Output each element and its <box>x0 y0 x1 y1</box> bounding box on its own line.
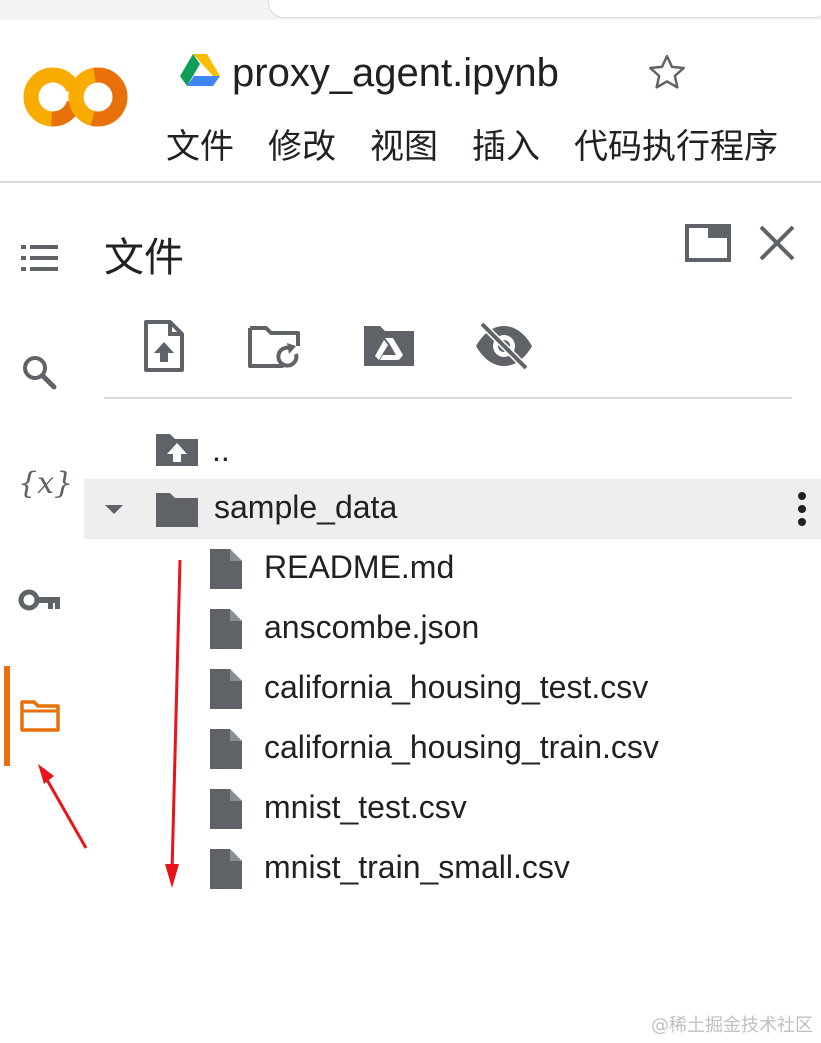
file-icon <box>206 607 246 651</box>
star-icon[interactable] <box>644 50 690 96</box>
menu-bar: 文件 修改 视图 插入 代码执行程序 <box>166 122 812 172</box>
file-row[interactable]: README.md <box>84 539 821 599</box>
menu-runtime[interactable]: 代码执行程序 <box>574 122 778 172</box>
file-row[interactable]: california_housing_train.csv <box>84 719 821 779</box>
folder-icon <box>156 493 198 527</box>
file-label: california_housing_train.csv <box>264 729 659 765</box>
watermark: @稀土掘金技术社区 <box>651 1015 813 1036</box>
google-drive-icon <box>180 54 220 86</box>
folder-row-sample-data[interactable]: sample_data <box>84 479 821 539</box>
search-icon[interactable] <box>18 350 62 394</box>
menu-view[interactable]: 视图 <box>370 122 438 172</box>
header-divider <box>0 181 821 183</box>
variables-icon[interactable]: {x} <box>18 462 73 506</box>
caret-down-icon[interactable] <box>102 499 126 519</box>
annotation-arrow-folder <box>44 777 88 849</box>
folder-label: sample_data <box>214 489 398 525</box>
file-label: README.md <box>264 549 455 585</box>
table-of-contents-icon[interactable] <box>18 236 62 280</box>
folder-icon[interactable] <box>18 694 62 738</box>
close-icon[interactable] <box>756 222 798 264</box>
toolbar-divider <box>104 397 792 399</box>
menu-edit[interactable]: 修改 <box>268 122 336 172</box>
address-bar[interactable] <box>268 0 821 18</box>
file-label: mnist_train_small.csv <box>264 849 570 885</box>
file-icon <box>206 727 246 771</box>
parent-directory-label: .. <box>212 432 230 468</box>
open-in-tab-icon[interactable] <box>684 222 732 266</box>
more-options-icon[interactable] <box>792 489 812 529</box>
menu-insert[interactable]: 插入 <box>472 122 540 172</box>
file-row[interactable]: mnist_train_small.csv <box>84 839 821 899</box>
file-row[interactable]: california_housing_test.csv <box>84 659 821 719</box>
file-icon <box>206 787 246 831</box>
file-row[interactable]: anscombe.json <box>84 599 821 659</box>
upload-file-icon[interactable] <box>140 320 188 374</box>
file-label: california_housing_test.csv <box>264 669 649 705</box>
menu-file[interactable]: 文件 <box>166 122 234 172</box>
key-icon[interactable] <box>18 578 62 622</box>
file-label: anscombe.json <box>264 609 480 645</box>
mount-drive-icon[interactable] <box>360 322 418 370</box>
file-row[interactable]: mnist_test.csv <box>84 779 821 839</box>
browser-top-strip <box>0 0 821 20</box>
file-icon <box>206 847 246 891</box>
active-tab-indicator <box>4 666 10 766</box>
refresh-folder-icon[interactable] <box>246 322 306 372</box>
file-label: mnist_test.csv <box>264 789 467 825</box>
parent-directory-row[interactable]: .. <box>84 420 821 480</box>
file-icon <box>206 667 246 711</box>
folder-up-icon <box>156 434 198 466</box>
colab-logo[interactable] <box>22 62 132 132</box>
panel-title: 文件 <box>104 235 184 281</box>
file-icon <box>206 547 246 591</box>
notebook-title[interactable]: proxy_agent.ipynb <box>232 48 559 98</box>
hide-hidden-files-icon[interactable] <box>474 320 534 372</box>
